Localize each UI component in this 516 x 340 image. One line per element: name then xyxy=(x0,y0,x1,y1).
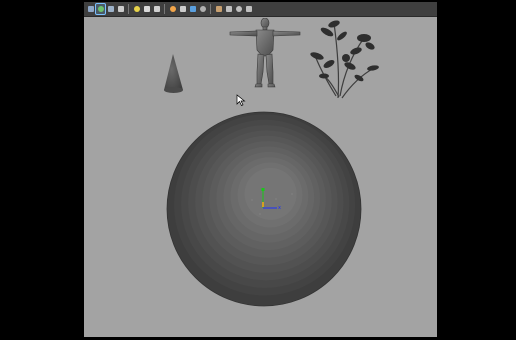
default-material-icon-glyph xyxy=(143,6,150,12)
cone-object[interactable] xyxy=(164,54,183,93)
sphere-vertex-dot xyxy=(259,213,261,215)
grid-icon-glyph xyxy=(107,6,114,12)
ambient-occlusion-icon-glyph xyxy=(189,6,196,12)
camera-attributes-icon[interactable] xyxy=(86,4,95,14)
toolbar-separator xyxy=(210,4,211,14)
sphere-vertex-dot xyxy=(291,193,293,195)
anti-aliasing-icon-glyph xyxy=(199,6,206,12)
isolate-select-icon-glyph xyxy=(215,6,222,12)
default-material-icon[interactable] xyxy=(142,4,151,14)
y-axis-tip xyxy=(261,188,265,191)
anti-aliasing-icon[interactable] xyxy=(198,4,207,14)
toolbar-separator xyxy=(164,4,165,14)
shadows-icon-glyph xyxy=(179,6,186,12)
pivot-marker xyxy=(262,202,264,207)
ambient-occlusion-icon[interactable] xyxy=(188,4,197,14)
scene-canvas[interactable]: x xyxy=(84,18,437,337)
resolution-gate-icon[interactable] xyxy=(244,4,253,14)
xray-icon-glyph xyxy=(225,6,232,12)
human-figure-object[interactable] xyxy=(229,18,301,88)
isolate-select-icon[interactable] xyxy=(214,4,223,14)
sphere-vertex-dot xyxy=(251,199,253,201)
image-plane-icon-glyph xyxy=(97,6,104,12)
sphere-vertex-dot xyxy=(275,198,277,200)
xray-joints-icon-glyph xyxy=(235,6,242,12)
textured-icon[interactable] xyxy=(152,4,161,14)
wireframe-icon-glyph xyxy=(117,6,124,12)
camera-attributes-icon-glyph xyxy=(87,6,94,12)
xray-joints-icon[interactable] xyxy=(234,4,243,14)
plant-object[interactable] xyxy=(309,19,379,99)
xray-icon[interactable] xyxy=(224,4,233,14)
grid-icon[interactable] xyxy=(106,4,115,14)
shadows-icon[interactable] xyxy=(178,4,187,14)
wireframe-icon[interactable] xyxy=(116,4,125,14)
lights-icon[interactable] xyxy=(168,4,177,14)
mouse-cursor-icon xyxy=(236,94,246,106)
viewport-toolbar xyxy=(84,2,437,17)
3d-viewport[interactable]: x xyxy=(84,18,437,337)
lights-icon-glyph xyxy=(169,6,176,12)
viewport-panel[interactable]: x xyxy=(84,2,437,337)
sphere-shading-ring xyxy=(244,167,297,220)
x-axis-label: x xyxy=(278,205,281,211)
toolbar-separator xyxy=(128,4,129,14)
image-plane-icon[interactable] xyxy=(95,3,106,15)
textured-icon-glyph xyxy=(153,6,160,12)
smooth-shade-icon-glyph xyxy=(133,6,140,12)
sphere-object[interactable] xyxy=(166,111,362,307)
resolution-gate-icon-glyph xyxy=(245,6,252,12)
smooth-shade-icon[interactable] xyxy=(132,4,141,14)
